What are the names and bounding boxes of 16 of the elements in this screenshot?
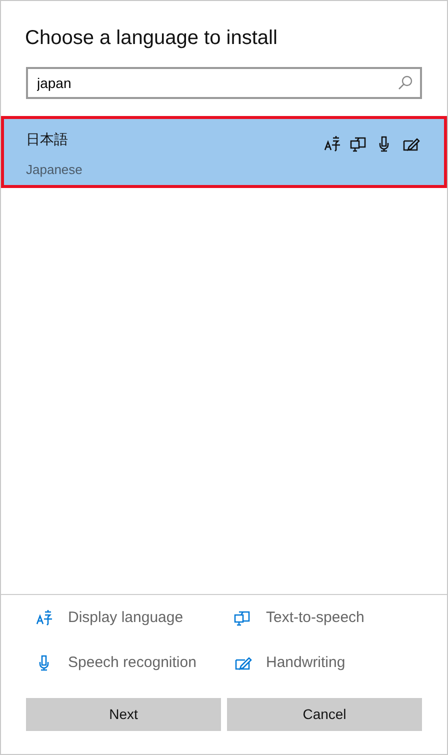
search-icon [398,75,413,90]
display-language-icon [36,609,54,628]
text-to-speech-icon [234,609,252,628]
language-item[interactable]: 日本語 Japanese [1,116,447,188]
native-name: 日本語 [26,130,69,149]
text-to-speech-icon [350,135,368,153]
feature-label: Speech recognition [68,652,196,672]
feature-label: Text-to-speech [266,608,364,628]
feature-label: Display language [68,608,184,628]
display-language-icon [324,135,342,153]
search-field[interactable]: japan [26,67,422,99]
feature-label: Handwriting [266,652,346,672]
next-button[interactable]: Next [26,698,221,731]
dialog-title: Choose a language to install [25,26,278,51]
cancel-button[interactable]: Cancel [227,698,422,731]
english-name: Japanese [26,161,82,179]
